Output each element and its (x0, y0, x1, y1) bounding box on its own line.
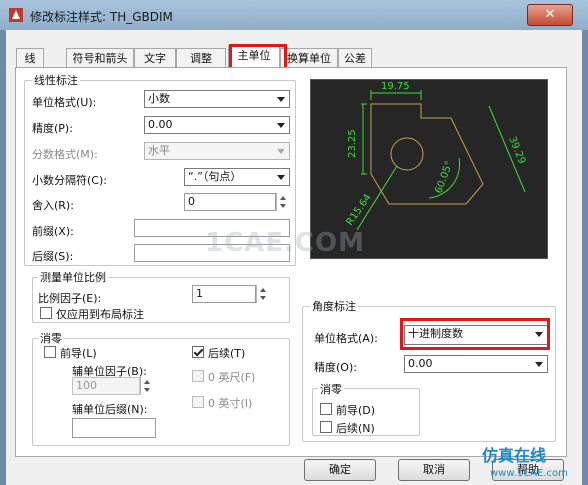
preview-dim-top: 19.75 (381, 81, 410, 92)
tab-lines[interactable]: 线 (16, 48, 44, 68)
sub-unit-suffix-label: 辅单位后缀(N): (72, 403, 148, 416)
title-bar: 修改标注样式: TH_GBDIM ✕ (0, 0, 588, 30)
spin-up-icon (144, 380, 150, 384)
precision-label: 精度(P): (32, 122, 73, 135)
roundoff-input[interactable]: 0 (184, 193, 276, 211)
angular-unit-format-label: 单位格式(A): (314, 332, 378, 345)
angular-precision-value: 0.00 (408, 357, 433, 370)
leading-zero-checkbox[interactable] (44, 346, 56, 358)
roundoff-label: 舍入(R): (32, 199, 74, 212)
angular-trailing-label: 后续(N) (336, 422, 375, 435)
sub-unit-factor-spinner[interactable] (140, 377, 154, 395)
chevron-down-icon (277, 123, 285, 128)
preview-dim-slant: 39.29 (506, 135, 527, 166)
tab-text[interactable]: 文字 (134, 48, 176, 68)
part-outline (370, 103, 484, 205)
scale-factor-input[interactable]: 1 (192, 285, 256, 303)
layout-only-label: 仅应用到布局标注 (56, 308, 144, 321)
ok-button[interactable]: 确定 (304, 459, 376, 481)
angular-group-title: 角度标注 (310, 298, 358, 314)
unit-format-label: 单位格式(U): (32, 96, 97, 109)
watermark-center: 1CAE.COM (205, 228, 365, 258)
decimal-separator-value: “.”（句点） (188, 170, 242, 183)
spin-up-icon (280, 196, 286, 200)
unit-format-value: 小数 (148, 92, 170, 105)
fraction-format-label: 分数格式(M): (32, 148, 98, 161)
cancel-button[interactable]: 取消 (398, 459, 470, 481)
fraction-format-value: 水平 (148, 144, 170, 157)
unit-format-highlight-box (400, 318, 550, 350)
unit-format-select[interactable]: 小数 (144, 90, 290, 108)
close-button[interactable]: ✕ (527, 4, 573, 26)
chevron-down-icon (277, 175, 285, 180)
watermark-brand: 仿真在线 (482, 446, 547, 465)
chevron-down-icon (277, 149, 285, 154)
chevron-down-icon (535, 362, 543, 367)
spin-down-icon (144, 388, 150, 392)
suffix-label: 后缀(S): (32, 250, 74, 263)
scale-factor-spinner[interactable] (256, 285, 270, 303)
spin-down-icon (260, 296, 266, 300)
angular-precision-label: 精度(O): (314, 361, 357, 374)
tab-fit[interactable]: 调整 (176, 48, 226, 68)
precision-value: 0.00 (148, 118, 173, 131)
angular-leading-checkbox[interactable] (320, 403, 332, 415)
angular-trailing-checkbox[interactable] (320, 421, 332, 433)
window-title: 修改标注样式: TH_GBDIM (30, 10, 173, 24)
prefix-label: 前缀(X): (32, 225, 74, 238)
preview-dim-angle: 60.05° (433, 160, 455, 195)
app-icon (9, 8, 23, 22)
zero-suppression-title: 消零 (38, 330, 64, 346)
watermark-url: www.1CAE.com (490, 468, 568, 479)
angular-leading-label: 前导(D) (336, 404, 376, 417)
tab-alternate-units[interactable]: 换算单位 (280, 48, 338, 68)
spin-down-icon (280, 204, 286, 208)
spin-up-icon (260, 288, 266, 292)
layout-only-checkbox[interactable] (40, 307, 52, 319)
zero-inches-checkbox[interactable] (192, 396, 204, 408)
chevron-down-icon (277, 97, 285, 102)
zero-feet-checkbox[interactable] (192, 370, 204, 382)
precision-select[interactable]: 0.00 (144, 116, 290, 134)
angular-precision-select[interactable]: 0.00 (404, 355, 548, 373)
scale-factor-label: 比例因子(E): (38, 292, 102, 305)
decimal-separator-label: 小数分隔符(C): (32, 174, 107, 187)
fraction-format-select[interactable]: 水平 (144, 142, 290, 160)
trailing-zero-checkbox[interactable] (192, 346, 204, 358)
roundoff-spinner[interactable] (276, 193, 290, 211)
scale-group-title: 测量单位比例 (38, 269, 108, 285)
sub-unit-factor-input[interactable]: 100 (72, 377, 140, 395)
preview-dim-left: 23.25 (347, 129, 358, 158)
trailing-zero-label: 后续(T) (208, 347, 246, 360)
linear-group-title: 线性标注 (32, 72, 80, 88)
zero-inches-label: 0 英寸(I) (208, 397, 253, 410)
tab-symbols-arrows[interactable]: 符号和箭头 (66, 48, 134, 68)
decimal-separator-select[interactable]: “.”（句点） (184, 168, 290, 186)
tab-tolerances[interactable]: 公差 (338, 48, 372, 68)
zero-feet-label: 0 英尺(F) (208, 371, 256, 384)
angular-zero-title: 消零 (318, 381, 344, 397)
leading-zero-label: 前导(L) (60, 347, 97, 360)
sub-unit-suffix-input[interactable] (72, 418, 156, 438)
part-hole (390, 137, 424, 171)
